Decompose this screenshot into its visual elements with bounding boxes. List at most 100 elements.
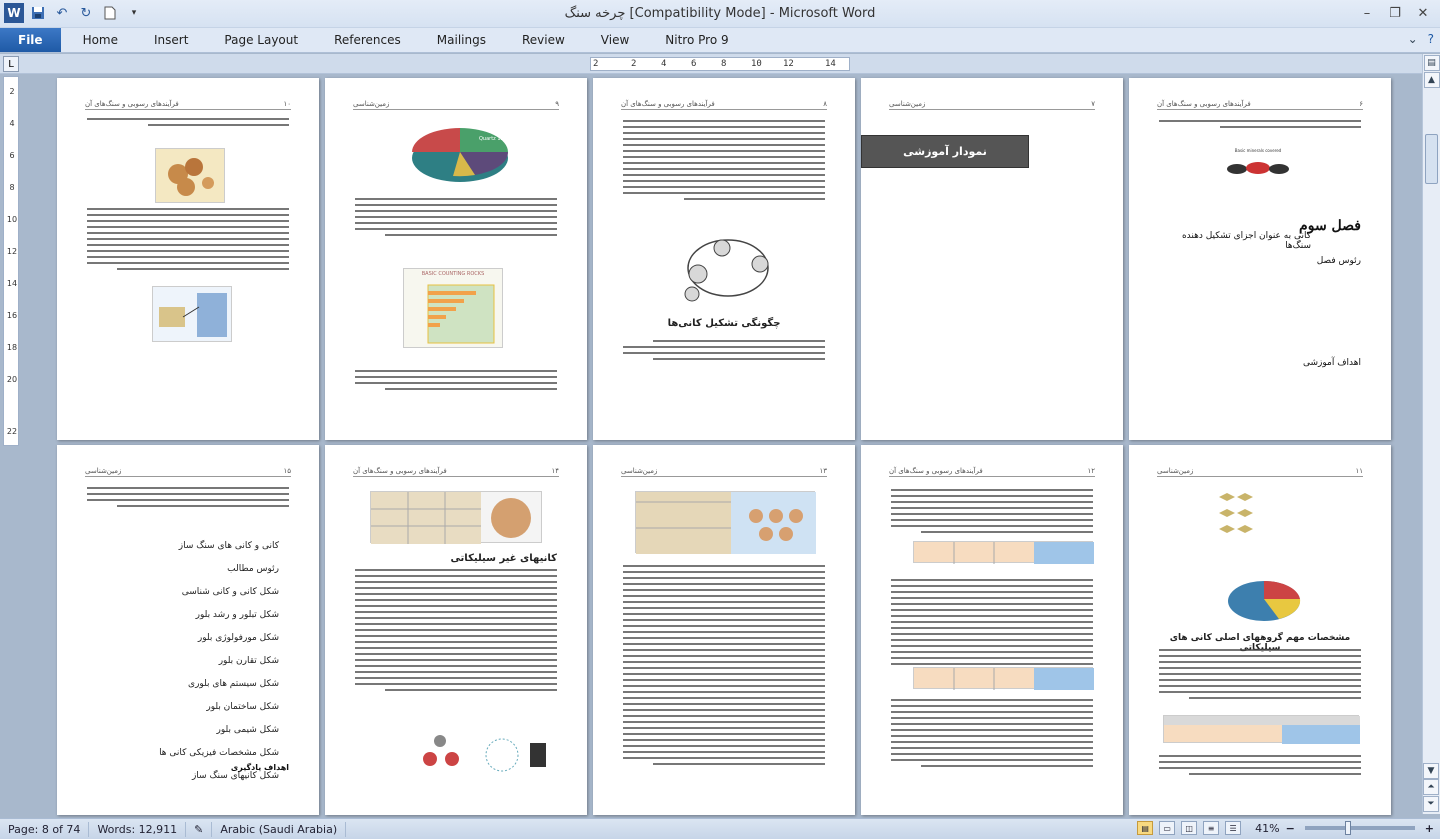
figure-caption: چگونگی تشکیل کانی‌ها bbox=[667, 318, 781, 329]
page-12[interactable]: ۱۲ فرآیندهای رسوبی و سنگ‌های آن bbox=[861, 445, 1123, 815]
tab-review[interactable]: Review bbox=[504, 28, 583, 52]
tab-references[interactable]: References bbox=[316, 28, 419, 52]
page-number: ۸ bbox=[823, 100, 827, 108]
page-6[interactable]: ۶ فرآیندهای رسوبی و سنگ‌های آن Basic mine… bbox=[1129, 78, 1391, 440]
vruler-tick: 12 bbox=[6, 247, 18, 256]
zoom-slider[interactable] bbox=[1304, 821, 1415, 835]
close-button[interactable]: ✕ bbox=[1410, 3, 1436, 23]
page-number: ۱۲ bbox=[1087, 467, 1095, 475]
page-10[interactable]: ۱۰ فرآیندهای رسوبی و سنگ‌های آن bbox=[57, 78, 319, 440]
carbonate-ion-figure bbox=[410, 727, 555, 783]
page-number: ۱۳ bbox=[819, 467, 827, 475]
page-header: ۱۳ زمین‌شناسی bbox=[621, 467, 827, 477]
outline-view-icon[interactable]: ≡ bbox=[1203, 821, 1220, 835]
tab-selector-icon[interactable]: L bbox=[3, 56, 19, 72]
help-icon[interactable]: ? bbox=[1428, 32, 1434, 46]
header-title: فرآیندهای رسوبی و سنگ‌های آن bbox=[1157, 100, 1251, 108]
draft-view-icon[interactable]: ☰ bbox=[1225, 821, 1242, 835]
page-number: ۱۰ bbox=[283, 100, 291, 108]
chart-title: BASIC COUNTING ROCKS bbox=[421, 271, 485, 277]
status-bar: Page: 8 of 74 Words: 12,911 ✎ Arabic (Sa… bbox=[0, 818, 1440, 839]
page-count[interactable]: Page: 8 of 74 bbox=[0, 821, 90, 837]
tab-page-layout[interactable]: Page Layout bbox=[206, 28, 316, 52]
page-number: ۱۱ bbox=[1355, 467, 1363, 475]
vruler-tick: 22 bbox=[6, 427, 18, 436]
ribbon-tabs: File Home Insert Page Layout References … bbox=[0, 28, 1440, 53]
title-bar: W ↶ ↻ ▾ چرخه سنگ [Compatibility Mode] - … bbox=[0, 0, 1440, 28]
toc-item: شکل کانیهای سنگ ساز bbox=[191, 771, 279, 781]
zoom-out-button[interactable]: − bbox=[1286, 822, 1295, 835]
page-header: ۷ زمین‌شناسی bbox=[889, 100, 1095, 110]
scroll-thumb[interactable] bbox=[1425, 134, 1438, 184]
ruler-tick: 8 bbox=[721, 59, 727, 69]
toc-item: شکل تبلور و رشد بلور bbox=[195, 610, 279, 620]
vertical-scrollbar[interactable]: ▤ ▲ ▼ ⏶ ⏷ bbox=[1422, 54, 1440, 814]
word-count[interactable]: Words: 12,911 bbox=[89, 821, 187, 837]
page-7[interactable]: ۷ زمین‌شناسی نمودار آموزشی bbox=[861, 78, 1123, 440]
scroll-down-icon[interactable]: ▼ bbox=[1423, 763, 1439, 779]
tab-insert[interactable]: Insert bbox=[136, 28, 206, 52]
header-title: زمین‌شناسی bbox=[353, 100, 390, 108]
web-layout-view-icon[interactable]: ◫ bbox=[1181, 821, 1198, 835]
page-9[interactable]: ۹ زمین‌شناسی Quartz 12% BASIC COUNTING RO… bbox=[325, 78, 587, 440]
page-header: ۱۲ فرآیندهای رسوبی و سنگ‌های آن bbox=[889, 467, 1095, 477]
document-workspace[interactable]: ۱۰ فرآیندهای رسوبی و سنگ‌های آن ۹ زمین‌شنا… bbox=[22, 75, 1422, 815]
tab-home[interactable]: Home bbox=[65, 28, 136, 52]
page-header: ۸ فرآیندهای رسوبی و سنگ‌های آن bbox=[621, 100, 827, 110]
tab-nitro-pro[interactable]: Nitro Pro 9 bbox=[647, 28, 746, 52]
language-indicator[interactable]: Arabic (Saudi Arabia) bbox=[212, 821, 347, 837]
scroll-up-icon[interactable]: ▲ bbox=[1423, 72, 1440, 88]
page-header: ۱۵ زمین‌شناسی bbox=[85, 467, 291, 477]
page-14[interactable]: ۱۴ فرآیندهای رسوبی و سنگ‌های آن کانیهای غ… bbox=[325, 445, 587, 815]
next-page-icon[interactable]: ⏷ bbox=[1423, 796, 1439, 812]
header-title: زمین‌شناسی bbox=[85, 467, 122, 475]
vruler-tick: 2 bbox=[9, 87, 15, 96]
mineral-cycle-diagram bbox=[678, 228, 778, 308]
ruler-tick: 6 bbox=[691, 59, 697, 69]
tab-file[interactable]: File bbox=[0, 28, 61, 52]
zoom-level[interactable]: 41% bbox=[1255, 822, 1279, 835]
page-8[interactable]: ۸ فرآیندهای رسوبی و سنگ‌های آن چگونگی تشک… bbox=[593, 78, 855, 440]
header-title: فرآیندهای رسوبی و سنگ‌های آن bbox=[353, 467, 447, 475]
proofing-icon[interactable]: ✎ bbox=[186, 821, 213, 837]
pie-chart-figure: Quartz 12% bbox=[405, 118, 515, 190]
header-title: فرآیندهای رسوبی و سنگ‌های آن bbox=[621, 100, 715, 108]
silicate-table-figure bbox=[1163, 715, 1360, 744]
prev-page-icon[interactable]: ⏶ bbox=[1423, 779, 1439, 795]
pie-label: Quartz 12% bbox=[479, 136, 509, 142]
page-header: ۹ زمین‌شناسی bbox=[353, 100, 559, 110]
silicate-structures-figure bbox=[1209, 489, 1319, 555]
restore-button[interactable]: ❐ bbox=[1382, 3, 1408, 23]
page-11[interactable]: ۱۱ زمین‌شناسی مشخصات مهم گروههای اصلی کان… bbox=[1129, 445, 1391, 815]
page-15[interactable]: ۱۵ زمین‌شناسی کانی و کانی های سنگ ساز رئو… bbox=[57, 445, 319, 815]
basic-minerals-figure: Basic minerals covered bbox=[1223, 148, 1293, 184]
ruler-toggle-icon[interactable]: ▤ bbox=[1423, 55, 1440, 71]
vruler-tick: 8 bbox=[9, 183, 15, 192]
page-header: ۱۰ فرآیندهای رسوبی و سنگ‌های آن bbox=[85, 100, 291, 110]
toc-item: کانی و کانی های سنگ ساز bbox=[178, 541, 279, 551]
tab-mailings[interactable]: Mailings bbox=[419, 28, 504, 52]
vruler-tick: 18 bbox=[6, 343, 18, 352]
window-title: چرخه سنگ [Compatibility Mode] - Microsof… bbox=[564, 6, 876, 21]
mineral-structure-figure bbox=[152, 286, 232, 342]
zoom-in-button[interactable]: + bbox=[1425, 822, 1434, 835]
vruler-tick: 16 bbox=[6, 311, 18, 320]
zoom-slider-knob[interactable] bbox=[1344, 821, 1351, 835]
full-screen-view-icon[interactable]: ▭ bbox=[1159, 821, 1176, 835]
ribbon-minimize-icon[interactable]: ⌄ bbox=[1408, 32, 1418, 46]
minimize-button[interactable]: – bbox=[1354, 3, 1380, 23]
page-13[interactable]: ۱۳ زمین‌شناسی bbox=[593, 445, 855, 815]
horizontal-ruler[interactable]: 2 2 4 6 8 10 12 14 bbox=[590, 57, 850, 71]
mineral-strip-figure bbox=[913, 541, 1094, 564]
vertical-ruler[interactable]: 2 4 6 8 10 12 14 16 18 20 22 bbox=[3, 76, 19, 446]
ruler-tick: 2 bbox=[593, 59, 599, 69]
ruler-tick: 4 bbox=[661, 59, 667, 69]
silicate-pie-figure bbox=[1219, 571, 1309, 627]
vruler-tick: 10 bbox=[6, 215, 18, 224]
section-title: کانیهای غیر سیلیکاتی bbox=[450, 553, 557, 564]
page-number: ۶ bbox=[1359, 100, 1363, 108]
ruler-tick: 2 bbox=[631, 59, 637, 69]
mineral-structure-table bbox=[635, 491, 816, 554]
tab-view[interactable]: View bbox=[583, 28, 647, 52]
print-layout-view-icon[interactable]: ▤ bbox=[1137, 821, 1154, 835]
